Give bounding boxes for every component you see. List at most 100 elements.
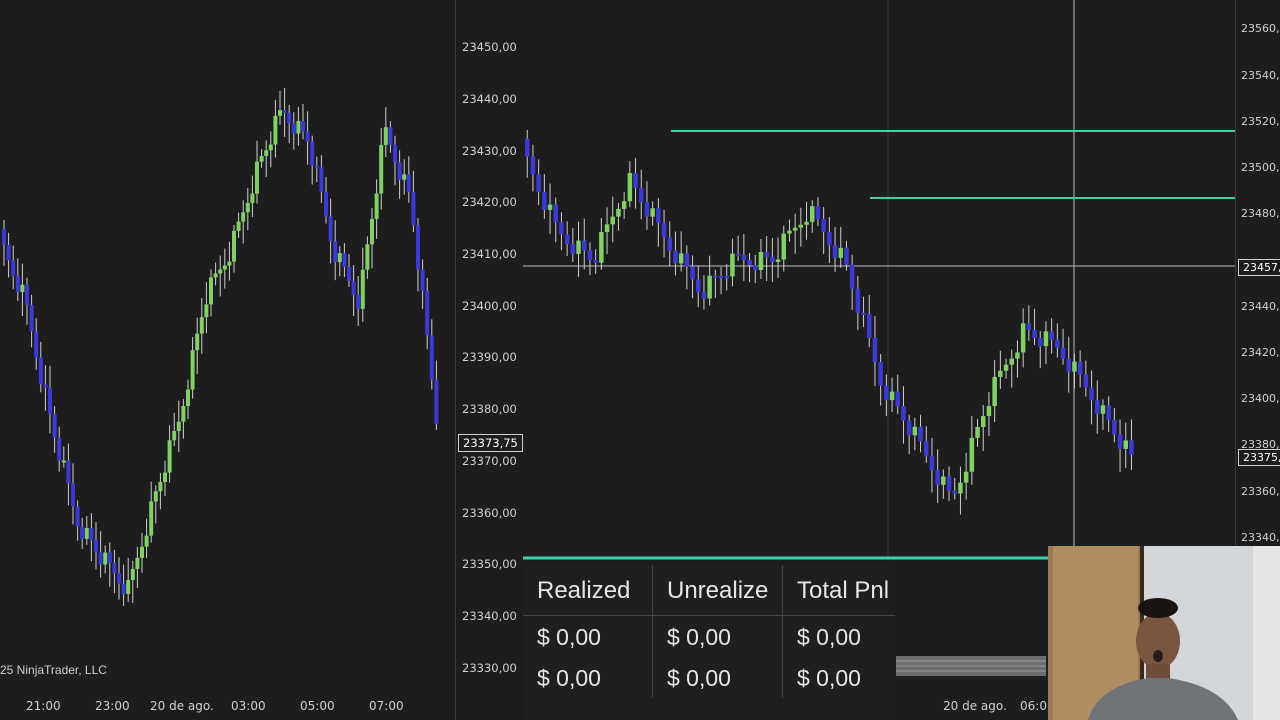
right-axis-label: 23500,00 (1241, 161, 1280, 174)
candle-body (587, 250, 593, 261)
candle-body (245, 202, 250, 213)
candle-body (172, 431, 177, 441)
candle-body (232, 230, 236, 262)
candle-body (383, 127, 388, 146)
candle-body (770, 257, 775, 262)
candle-body (1066, 358, 1071, 372)
pnl-header-total[interactable]: Total Pnl (782, 565, 895, 616)
candle-body (975, 426, 980, 438)
candle-body (690, 266, 695, 280)
candle-body (889, 391, 895, 401)
pnl-header-unrealized[interactable]: Unrealize (652, 565, 783, 616)
left-axis-label: 23390,00 (462, 350, 517, 364)
candle-body (1055, 339, 1060, 348)
left-current-price-tag: 23373,75 (458, 434, 523, 452)
candle-body (661, 222, 667, 238)
candle-body (576, 240, 581, 254)
candle-body (536, 174, 541, 193)
candle-body (1129, 440, 1134, 455)
candle-body (827, 232, 832, 245)
candle-body (582, 240, 587, 251)
candle-body (75, 506, 80, 527)
left-time-label: 20 de ago. (150, 699, 214, 713)
candle-body (176, 421, 181, 431)
candle-body (701, 292, 707, 299)
candle-body (832, 244, 838, 258)
left-axis-label: 23330,00 (462, 661, 517, 675)
candle-body (190, 350, 195, 390)
candle-body (946, 476, 952, 491)
candle-body (255, 161, 259, 194)
candle-body (360, 269, 365, 309)
candle-body (328, 216, 333, 242)
left-time-label: 21:00 (26, 699, 61, 713)
pnl-cell: $ 0,00 (523, 657, 653, 698)
candle-body (815, 206, 821, 220)
left-time-label: 23:00 (95, 699, 130, 713)
left-axis-label: 23420,00 (462, 195, 517, 209)
crosshair-price-tag: 23457,5 (1238, 259, 1280, 276)
candle-body (117, 573, 121, 584)
candle-body (236, 221, 241, 231)
left-price-chart[interactable] (0, 0, 455, 690)
candle-body (420, 269, 425, 291)
candle-body (821, 219, 826, 233)
candle-body (735, 253, 741, 256)
presenter-video (1048, 546, 1280, 720)
candle-body (149, 501, 154, 536)
pnl-cell: $ 0,00 (523, 615, 653, 657)
candle-body (227, 261, 232, 266)
candle-body (844, 247, 849, 265)
candle-body (1049, 331, 1054, 340)
candle-body (282, 110, 287, 113)
candle-body (140, 546, 144, 558)
candle-body (393, 144, 397, 163)
candle-body (1009, 358, 1014, 365)
candle-body (324, 191, 328, 217)
right-axis-label: 23520,00 (1241, 115, 1280, 128)
left-axis-label: 23360,00 (462, 506, 517, 520)
candle-body (696, 279, 701, 293)
candle-body (264, 150, 269, 156)
candle-body (6, 244, 11, 261)
pnl-table: Realized Unrealize Total Pnl $ 0,00 $ 0,… (523, 565, 895, 698)
right-axis-label: 23440,00 (1241, 300, 1280, 313)
candle-body (884, 385, 889, 401)
candle-body (15, 276, 20, 292)
candle-body (126, 580, 131, 594)
candle-body (1015, 352, 1020, 359)
candle-body (1083, 374, 1089, 388)
pnl-header-realized[interactable]: Realized (523, 565, 653, 616)
left-axis-label: 23350,00 (462, 557, 517, 571)
candle-body (25, 284, 29, 305)
candle-body (135, 557, 140, 569)
candle-body (667, 237, 672, 251)
candle-body (167, 440, 172, 473)
candle-body (810, 206, 815, 222)
candle-body (1100, 405, 1106, 414)
candle-body (222, 265, 227, 270)
candle-body (356, 294, 361, 309)
candle-body (278, 110, 282, 116)
candle-body (57, 437, 62, 461)
candle-body (918, 426, 923, 442)
candle-body (48, 387, 52, 415)
table-row: $ 0,00 $ 0,00 $ 0,00 (523, 657, 895, 698)
candle-body (986, 406, 992, 417)
candle-body (287, 112, 292, 124)
candle-body (374, 193, 379, 219)
candle-body (673, 250, 678, 264)
candle-body (684, 253, 690, 267)
candle-body (981, 416, 986, 427)
candle-body (158, 481, 163, 492)
left-candles-group (2, 88, 439, 606)
candle-body (861, 312, 866, 315)
left-time-axis[interactable]: 21:00 23:00 20 de ago. 03:00 05:00 07:00 (0, 690, 455, 720)
candle-body (29, 304, 34, 332)
candle-body (929, 455, 935, 471)
candle-body (627, 173, 633, 202)
candle-body (80, 526, 85, 539)
candle-body (633, 173, 638, 188)
candle-body (775, 259, 781, 262)
left-price-axis[interactable]: 23450,00 23440,00 23430,00 23420,00 2341… (455, 0, 524, 720)
